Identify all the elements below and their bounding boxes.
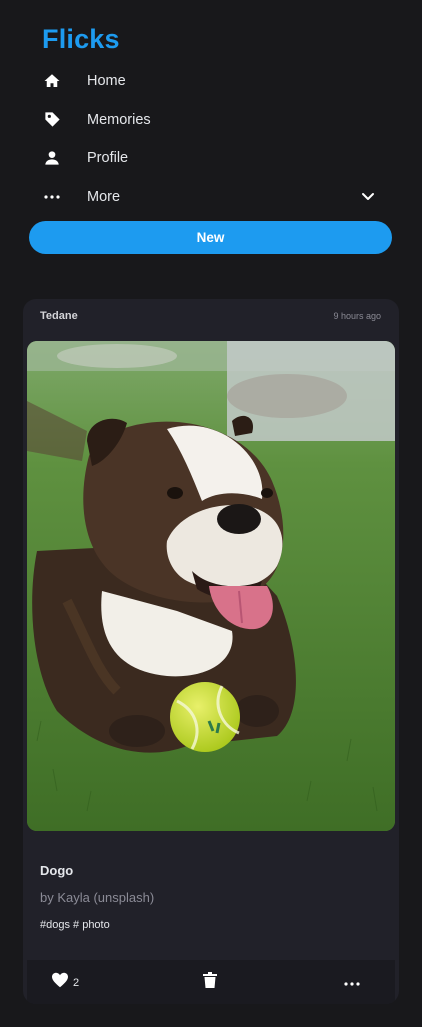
like-count: 2: [73, 976, 80, 989]
new-post-button[interactable]: New: [29, 221, 392, 254]
main-nav: Home Memories Profile More: [40, 62, 380, 216]
heart-icon: [51, 972, 69, 993]
nav-item-label: Home: [87, 73, 126, 90]
post-byline: by Kayla (unsplash): [40, 890, 155, 905]
nav-item-more[interactable]: More: [40, 178, 380, 217]
post-title: Dogo: [40, 863, 74, 878]
more-horizontal-icon: [40, 185, 64, 209]
post-author[interactable]: Tedane: [40, 310, 78, 322]
nav-item-home[interactable]: Home: [40, 62, 380, 101]
home-icon: [40, 69, 64, 93]
tag-icon: [40, 108, 64, 132]
post-tags[interactable]: #dogs # photo: [40, 919, 110, 931]
like-button[interactable]: 2: [51, 972, 79, 993]
bulldog-photo: [27, 341, 395, 831]
user-icon: [40, 146, 64, 170]
post-time: 9 hours ago: [333, 311, 381, 321]
post-photo[interactable]: [27, 341, 395, 831]
nav-item-label: More: [87, 188, 121, 205]
more-horizontal-icon[interactable]: [344, 974, 360, 992]
nav-item-label: Memories: [87, 111, 151, 128]
nav-item-label: Profile: [87, 150, 129, 167]
chevron-down-icon[interactable]: [360, 188, 376, 204]
post-actions: 2: [27, 960, 395, 1004]
trash-icon[interactable]: [203, 972, 217, 993]
app-brand[interactable]: Flicks: [42, 24, 120, 55]
post-card: Tedane 9 hours ago Dogo by Kayla (unspla…: [23, 299, 399, 1004]
nav-item-profile[interactable]: Profile: [40, 139, 380, 178]
nav-item-memories[interactable]: Memories: [40, 101, 380, 140]
